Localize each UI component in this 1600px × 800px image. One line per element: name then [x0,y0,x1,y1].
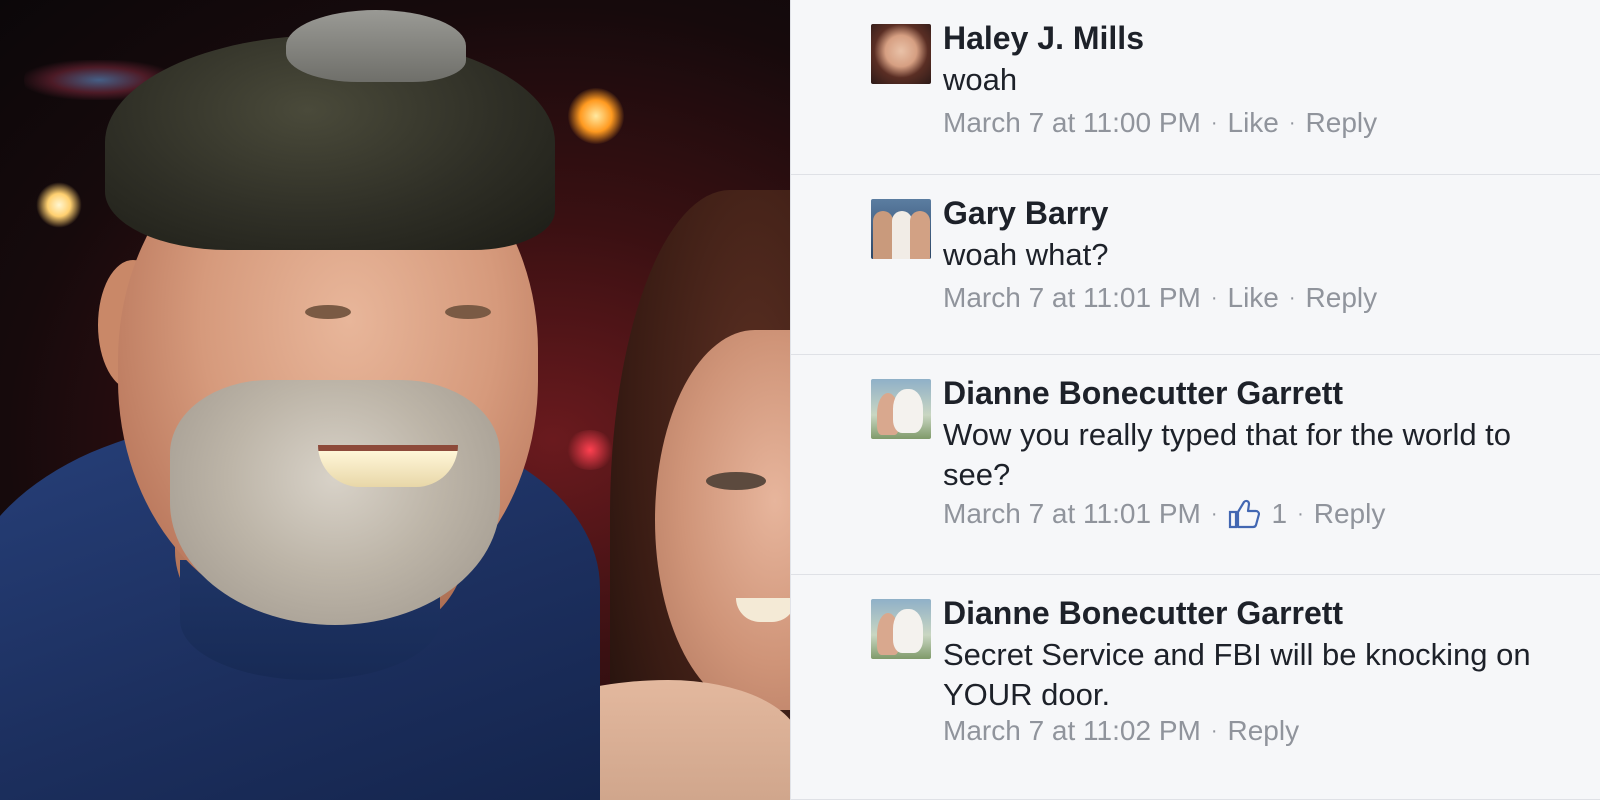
like-count[interactable]: 1 [1272,498,1288,530]
avatar[interactable] [871,199,931,259]
reply-button[interactable]: Reply [1306,282,1378,314]
comment-meta: March 7 at 11:01 PM · Like · Reply [943,282,1377,314]
thumbs-up-icon[interactable] [1228,499,1260,529]
reply-button[interactable]: Reply [1314,498,1386,530]
comment-author[interactable]: Gary Barry [943,195,1108,232]
comment-text: Secret Service and FBI will be knocking … [943,637,1531,712]
comment: Haley J. Mills woah March 7 at 11:00 PM … [791,0,1600,175]
man-eye [305,305,351,319]
reply-button[interactable]: Reply [1228,715,1300,747]
profile-photo [0,0,790,800]
avatar[interactable] [871,379,931,439]
comment-timestamp[interactable]: March 7 at 11:00 PM [943,107,1201,139]
comment-author[interactable]: Dianne Bonecutter Garrett [943,595,1343,632]
comment-timestamp[interactable]: March 7 at 11:02 PM [943,715,1201,747]
comment-timestamp[interactable]: March 7 at 11:01 PM [943,498,1201,530]
avatar[interactable] [871,599,931,659]
comment: Dianne Bonecutter Garrett Secret Service… [791,575,1600,800]
man-eye [445,305,491,319]
avatar[interactable] [871,24,931,84]
man-beard [170,380,500,625]
man-smile [318,445,458,487]
comment-thread: Haley J. Mills woah March 7 at 11:00 PM … [790,0,1600,800]
stage-light [36,182,82,228]
cap-patch [286,10,466,82]
separator-dot: · [1210,502,1218,525]
woman-eye [706,472,766,490]
stage-light [568,88,624,144]
reply-button[interactable]: Reply [1306,107,1378,139]
comment-meta: March 7 at 11:02 PM · Reply [943,715,1299,747]
separator-dot: · [1210,111,1218,134]
comment-meta: March 7 at 11:00 PM · Like · Reply [943,107,1377,139]
comment-text: woah what? [943,237,1109,272]
comment-author[interactable]: Haley J. Mills [943,20,1144,57]
comment: Dianne Bonecutter Garrett Wow you really… [791,355,1600,575]
separator-dot: · [1288,111,1296,134]
separator-dot: · [1210,719,1218,742]
separator-dot: · [1288,286,1296,309]
comment-author[interactable]: Dianne Bonecutter Garrett [943,375,1343,412]
comment-timestamp[interactable]: March 7 at 11:01 PM [943,282,1201,314]
exit-sign-glow [565,430,615,470]
comment-text: Wow you really typed that for the world … [943,417,1512,492]
separator-dot: · [1297,502,1304,525]
comment-meta: March 7 at 11:01 PM · 1 · Reply [943,498,1385,530]
comment: Gary Barry woah what? March 7 at 11:01 P… [791,175,1600,355]
comment-text: woah [943,62,1018,97]
separator-dot: · [1210,286,1218,309]
like-button[interactable]: Like [1228,282,1279,314]
like-button[interactable]: Like [1228,107,1279,139]
